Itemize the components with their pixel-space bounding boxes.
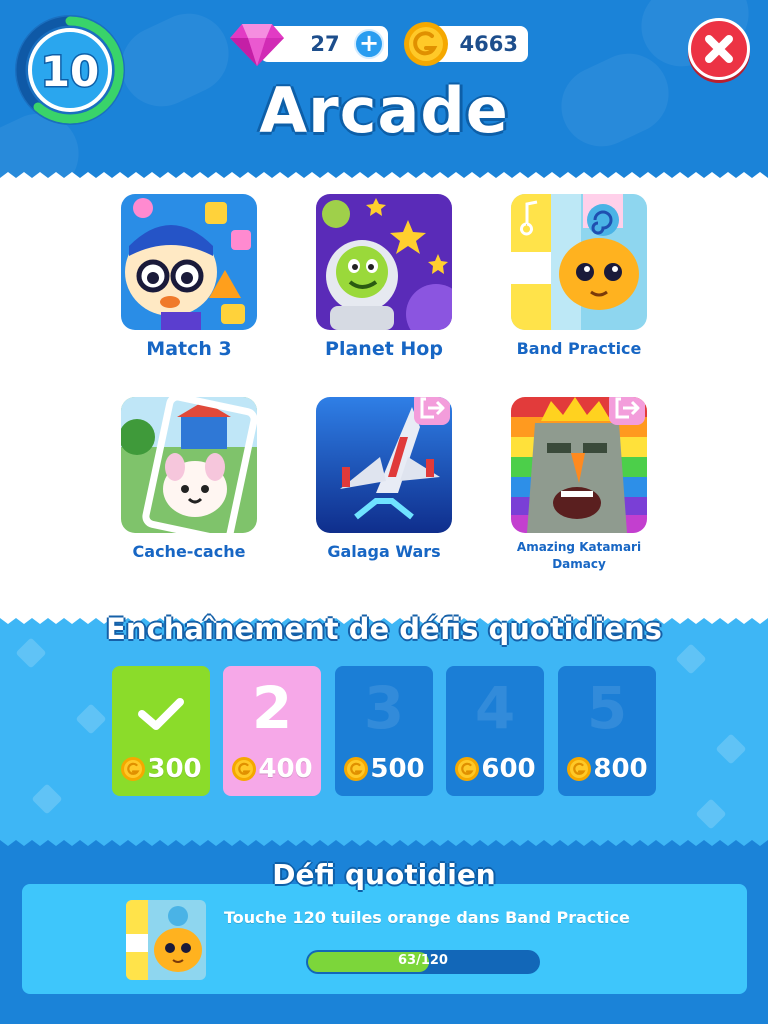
katamari-thumbnail (511, 397, 647, 533)
game-tile-band-practice[interactable]: Band Practice (499, 194, 659, 360)
galaga-wars-thumbnail (316, 397, 452, 533)
background-pattern (75, 703, 107, 735)
coin-count: 4663 (459, 32, 518, 56)
game-tile-cache-cache[interactable]: Cache-cache (109, 397, 269, 563)
coin-icon (567, 757, 592, 781)
game-label: Planet Hop (325, 338, 443, 360)
band-practice-thumbnail (126, 900, 206, 980)
game-label: Cache-cache (132, 542, 246, 561)
page-title: Arcade (259, 74, 509, 147)
coin-icon (232, 757, 257, 781)
planet-hop-thumbnail (316, 194, 452, 330)
day-number: 5 (586, 674, 628, 742)
streak-reward: 400 (223, 754, 321, 784)
coin-icon (344, 757, 369, 781)
streak-reward: 300 (112, 754, 210, 784)
day-number: 3 (363, 674, 405, 742)
game-tile-galaga-wars[interactable]: Galaga Wars (304, 397, 464, 563)
external-link-badge (414, 397, 450, 425)
background-pattern (675, 643, 707, 675)
background-pattern (31, 783, 63, 815)
streak-reward: 500 (335, 754, 433, 784)
game-tile-katamari[interactable]: Amazing Katamari Damacy (499, 397, 659, 573)
reward-amount: 500 (370, 754, 425, 784)
external-link-badge (609, 397, 645, 425)
progress-text: 63/120 (398, 953, 448, 968)
reward-amount: 400 (258, 754, 313, 784)
streak-title: Enchaînement de défis quotidiens (106, 612, 662, 646)
streak-reward: 800 (558, 754, 656, 784)
checkmark-icon (138, 698, 184, 730)
day-number: 2 (251, 674, 293, 742)
challenge-progress-bar: 63/120 (306, 950, 540, 974)
match3-thumbnail (121, 194, 257, 330)
coin-icon (455, 757, 480, 781)
streak-day-2[interactable]: 2 400 (223, 666, 321, 796)
band-practice-thumbnail (511, 194, 647, 330)
game-label: Match 3 (146, 338, 232, 360)
gem-count: 27 (310, 32, 340, 56)
game-tile-match-3[interactable]: Match 3 (109, 194, 269, 360)
close-icon (705, 35, 733, 63)
game-label: Galaga Wars (327, 542, 441, 561)
gem-counter: 27 + (230, 24, 388, 66)
gem-icon (230, 24, 284, 66)
external-link-icon (615, 397, 640, 419)
coin-counter: 4663 (404, 22, 528, 66)
coin-icon (404, 22, 448, 66)
streak-day-3[interactable]: 3 500 (335, 666, 433, 796)
streak-day-1[interactable]: 300 (112, 666, 210, 796)
add-gems-button[interactable]: + (354, 29, 384, 59)
reward-amount: 800 (593, 754, 648, 784)
background-pattern (715, 733, 747, 765)
day-number: 4 (474, 674, 516, 742)
game-tile-planet-hop[interactable]: Planet Hop (304, 194, 464, 360)
zigzag-divider (0, 172, 768, 184)
zigzag-divider (0, 834, 768, 846)
daily-challenge-card[interactable]: Touche 120 tuiles orange dans Band Pract… (22, 884, 747, 994)
game-label: Band Practice (516, 339, 642, 358)
challenge-description: Touche 120 tuiles orange dans Band Pract… (224, 908, 630, 927)
daily-challenge-title: Défi quotidien (272, 858, 496, 891)
streak-day-5[interactable]: 5 800 (558, 666, 656, 796)
background-pattern (695, 798, 727, 830)
streak-day-4[interactable]: 4 600 (446, 666, 544, 796)
reward-amount: 600 (481, 754, 536, 784)
reward-amount: 300 (147, 754, 202, 784)
game-label: Amazing Katamari Damacy (516, 540, 642, 571)
streak-reward: 600 (446, 754, 544, 784)
cache-cache-thumbnail (121, 397, 257, 533)
close-button[interactable] (688, 18, 750, 80)
coin-icon (121, 757, 146, 781)
external-link-icon (420, 397, 445, 419)
